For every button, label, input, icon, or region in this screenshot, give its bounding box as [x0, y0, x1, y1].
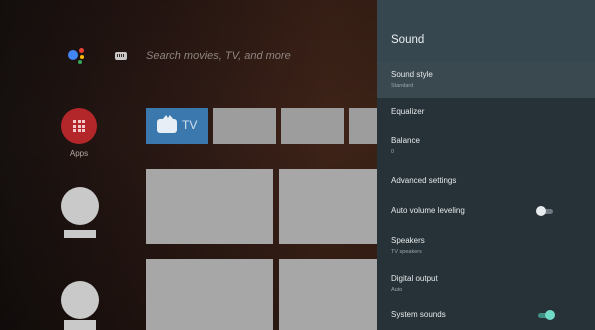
app-tile[interactable] [213, 108, 276, 144]
content-tile[interactable] [146, 259, 273, 330]
channel-label-placeholder [64, 320, 96, 330]
content-tile[interactable] [279, 259, 377, 330]
assistant-dot-yellow [80, 55, 84, 59]
android-tv-screen: Search movies, TV, and more Apps TV Soun… [0, 0, 595, 330]
tv-tile-label: TV [182, 118, 198, 132]
sound-settings-panel: Sound Sound style Standard Equalizer Bal… [377, 0, 595, 330]
menu-item-label: Speakers [391, 236, 425, 245]
apps-label: Apps [69, 149, 89, 158]
tv-icon [157, 119, 177, 133]
panel-header: Sound [377, 0, 595, 62]
keyboard-icon[interactable] [115, 52, 127, 60]
google-assistant-icon[interactable] [68, 47, 90, 65]
menu-item-label: Sound style [391, 70, 433, 79]
panel-title: Sound [391, 34, 425, 46]
menu-item-advanced-settings[interactable]: Advanced settings [377, 168, 595, 198]
menu-item-label: System sounds [391, 310, 446, 319]
menu-item-speakers[interactable]: Speakers TV speakers [377, 228, 595, 266]
menu-item-system-sounds[interactable]: System sounds [377, 304, 595, 326]
system-sounds-toggle[interactable] [536, 310, 555, 320]
app-tile[interactable] [281, 108, 344, 144]
menu-item-balance[interactable]: Balance 0 [377, 128, 595, 168]
menu-item-label: Equalizer [391, 107, 425, 116]
app-tile[interactable] [349, 108, 377, 144]
home-launcher: Search movies, TV, and more Apps TV [0, 0, 377, 330]
menu-item-auto-volume-leveling[interactable]: Auto volume leveling [377, 198, 595, 228]
menu-item-digital-output[interactable]: Digital output Auto [377, 266, 595, 304]
apps-grid-icon [73, 120, 85, 132]
menu-item-value: TV speakers [391, 249, 422, 255]
channel-logo-placeholder [61, 187, 99, 225]
assistant-dot-blue [68, 50, 78, 60]
menu-item-label: Digital output [391, 274, 438, 283]
content-tile[interactable] [279, 169, 377, 244]
tv-input-tile[interactable]: TV [146, 108, 208, 144]
menu-item-sound-style[interactable]: Sound style Standard [377, 62, 595, 98]
menu-item-label: Balance [391, 136, 420, 145]
menu-item-label: Auto volume leveling [391, 206, 465, 215]
menu-item-equalizer[interactable]: Equalizer [377, 98, 595, 128]
content-tile[interactable] [146, 169, 273, 244]
assistant-dot-green [78, 60, 82, 64]
apps-button[interactable] [61, 108, 97, 144]
assistant-dot-red [79, 48, 84, 53]
search-input[interactable]: Search movies, TV, and more [146, 50, 291, 62]
channel-label-placeholder [64, 230, 96, 238]
channel-logo-placeholder [61, 281, 99, 319]
auto-volume-toggle[interactable] [536, 206, 555, 216]
menu-item-label: Advanced settings [391, 176, 457, 185]
menu-item-value: Auto [391, 287, 403, 293]
menu-item-value: Standard [391, 83, 414, 89]
menu-item-value: 0 [391, 149, 395, 155]
